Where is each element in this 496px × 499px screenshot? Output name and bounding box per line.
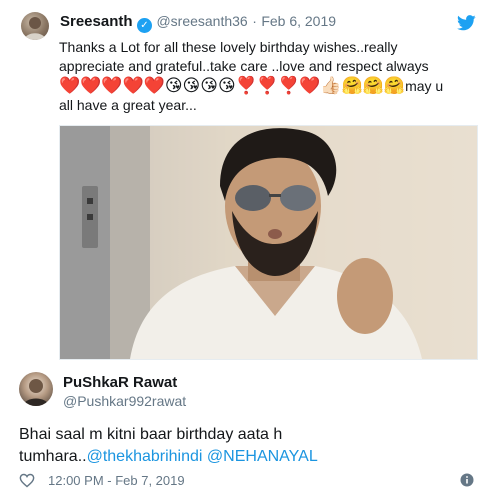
tweet-display-name[interactable]: Sreesanth (60, 13, 133, 30)
like-button[interactable] (19, 473, 35, 493)
tweet-text-line-2: appreciate and grateful..take care ..lov… (59, 58, 429, 74)
reply-timestamp[interactable]: 12:00 PM - Feb 7, 2019 (48, 473, 185, 488)
tweet-text: Thanks a Lot for all these lovely birthd… (59, 38, 479, 115)
tweet-text-line-4: all have a great year... (59, 97, 197, 113)
reply-text-line-1: Bhai saal m kitni baar birthday aata h (19, 426, 283, 443)
tweet-separator: · (252, 13, 257, 29)
reply-display-name[interactable]: PuShkaR Rawat (63, 374, 177, 391)
tweet-date[interactable]: Feb 6, 2019 (261, 13, 336, 29)
sreesanth-avatar[interactable] (21, 12, 49, 40)
reply-text: Bhai saal m kitni baar birthday aata h t… (19, 424, 479, 468)
info-icon[interactable] (460, 473, 474, 492)
tweet-emoji-tail: may u (405, 78, 444, 94)
tweet-handle[interactable]: @sreesanth36 (156, 13, 247, 29)
mention-thekhabrihindi[interactable]: @thekhabrihindi (87, 448, 203, 465)
verified-badge-icon: ✓ (137, 18, 152, 33)
heart-icon (19, 473, 35, 488)
mention-nehanayal[interactable]: @NEHANAYAL (207, 448, 318, 465)
reply-handle[interactable]: @Pushkar992rawat (63, 393, 186, 409)
twitter-bird-icon[interactable] (457, 15, 476, 36)
tweet-emoji-row: ❤️❤️❤️❤️❤️😘😘😘😘❣️❣️❣️❤️👍🏻🤗🤗🤗 (59, 76, 406, 95)
tweet-text-line-1: Thanks a Lot for all these lovely birthd… (59, 39, 398, 55)
pushkar-avatar[interactable] (19, 372, 53, 406)
tweet-photo[interactable] (59, 125, 478, 360)
reply-text-line-2: tumhara.. (19, 448, 87, 465)
tweet-header: Sreesanth ✓ @sreesanth36 · Feb 6, 2019 (60, 13, 336, 33)
